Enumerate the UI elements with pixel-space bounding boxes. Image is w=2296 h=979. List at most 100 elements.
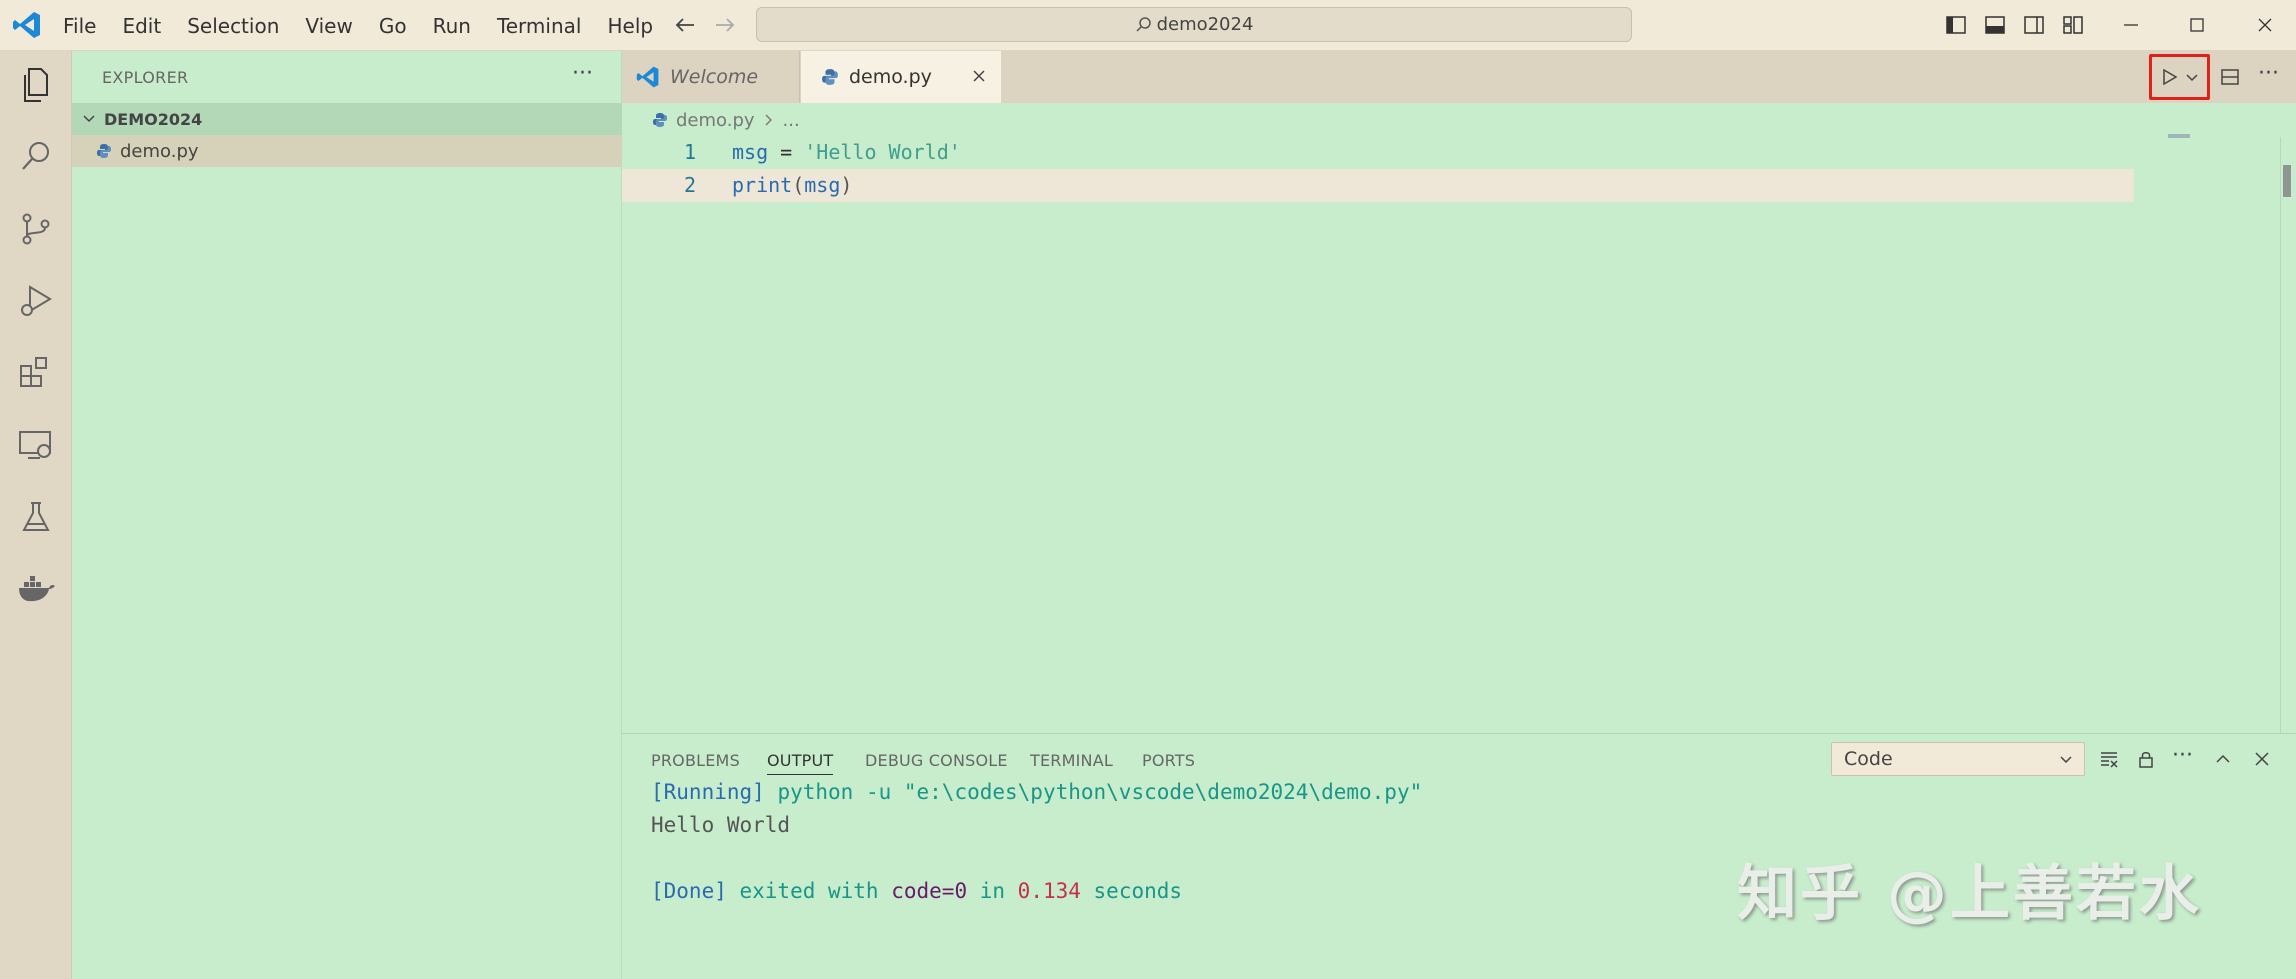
python-file-icon (822, 69, 838, 85)
docker-icon[interactable] (14, 567, 58, 611)
tab-output[interactable]: OUTPUT (767, 751, 834, 775)
breadcrumb: demo.py ... (652, 107, 800, 133)
workspace-folder-name: DEMO2024 (104, 109, 203, 129)
output-line-result: Hello World (651, 813, 791, 837)
file-item-label: demo.py (120, 140, 199, 162)
code-line: 1 msg = 'Hello World' (622, 136, 2158, 169)
token-variable: msg (804, 173, 841, 197)
token-operator: = (768, 140, 805, 164)
tab-demo-label: demo.py (849, 66, 932, 88)
split-editor-icon[interactable] (2218, 65, 2242, 89)
token-variable: msg (732, 140, 769, 164)
menu-bar: File Edit Selection View Go Run Terminal… (63, 0, 679, 51)
tab-terminal[interactable]: TERMINAL (1030, 751, 1113, 770)
token-paren: ) (840, 173, 853, 197)
run-python-file-icon[interactable] (2157, 65, 2181, 89)
file-item-demo-py[interactable]: demo.py (72, 135, 622, 167)
forward-arrow-icon[interactable] (710, 10, 740, 40)
running-tag: [Running] (651, 780, 765, 804)
editor-scrollbar[interactable] (2280, 137, 2296, 733)
panel-more-actions[interactable]: ··· (2172, 743, 2196, 768)
sidebar-more-button[interactable]: ··· (572, 61, 593, 86)
output-line-done: [Done] exited with code=0 in 0.134 secon… (651, 879, 1182, 903)
tab-ports[interactable]: PORTS (1142, 751, 1195, 770)
chevron-right-icon (765, 114, 772, 126)
lock-icon[interactable] (2134, 747, 2158, 771)
chevron-down-icon (2060, 756, 2072, 764)
testing-flask-icon[interactable] (14, 495, 58, 539)
python-file-icon (97, 144, 111, 158)
output-channel-select[interactable]: Code (1831, 742, 2085, 776)
menu-run[interactable]: Run (433, 14, 471, 38)
tab-welcome[interactable]: Welcome (622, 51, 800, 103)
explorer-icon[interactable] (14, 63, 58, 107)
done-text: exited with (726, 879, 892, 903)
search-icon (1136, 16, 1151, 32)
minimize-icon[interactable] (2118, 12, 2144, 38)
explorer-sidebar: EXPLORER ··· DEMO2024 demo.py (72, 51, 622, 979)
menu-go[interactable]: Go (379, 14, 407, 38)
workspace-folder-header[interactable]: DEMO2024 (72, 103, 622, 135)
menu-file[interactable]: File (63, 14, 96, 38)
close-window-icon[interactable] (2252, 12, 2278, 38)
chevron-down-icon[interactable] (2184, 65, 2200, 89)
source-control-icon[interactable] (14, 207, 58, 251)
remote-explorer-icon[interactable] (14, 423, 58, 467)
clear-output-icon[interactable] (2097, 747, 2121, 771)
breadcrumb-symbols[interactable]: ... (783, 110, 800, 131)
line-number: 1 (683, 140, 696, 164)
code-text: msg = 'Hello World' (732, 136, 961, 169)
elapsed-time: 0.134 (1017, 879, 1081, 903)
vscode-icon (636, 66, 659, 88)
line-number: 2 (683, 173, 696, 197)
done-text: in (967, 879, 1018, 903)
menu-terminal[interactable]: Terminal (497, 14, 582, 38)
token-function: print (732, 173, 793, 197)
token-string: 'Hello World' (804, 140, 961, 164)
activity-bar (0, 51, 72, 979)
editor-scrollbar-thumb[interactable] (2283, 165, 2291, 197)
menu-view[interactable]: View (305, 14, 352, 38)
back-arrow-icon[interactable] (670, 10, 700, 40)
maximize-panel-icon[interactable] (2211, 747, 2235, 771)
title-bar: File Edit Selection View Go Run Terminal… (0, 0, 2296, 51)
python-file-icon (653, 113, 667, 127)
vscode-logo-icon (13, 12, 40, 38)
close-panel-icon[interactable] (2250, 747, 2274, 771)
code-editor[interactable]: 1 msg = 'Hello World' 2 print(msg) (622, 136, 2158, 202)
done-tag: [Done] (651, 879, 727, 903)
token-paren: ( (792, 173, 805, 197)
menu-edit[interactable]: Edit (122, 14, 161, 38)
toggle-secondary-sidebar-icon[interactable] (2022, 13, 2046, 37)
search-icon[interactable] (14, 135, 58, 179)
output-channel-value: Code (1844, 748, 1893, 770)
tab-demo-py[interactable]: demo.py (801, 51, 1001, 103)
exit-code: code=0 (891, 879, 968, 903)
run-debug-icon[interactable] (14, 279, 58, 323)
tab-debug-console[interactable]: DEBUG CONSOLE (865, 751, 1008, 770)
tab-problems[interactable]: PROBLEMS (651, 751, 740, 770)
toggle-primary-sidebar-icon[interactable] (1944, 13, 1968, 37)
menu-selection[interactable]: Selection (187, 14, 279, 38)
toggle-panel-icon[interactable] (1983, 13, 2007, 37)
close-icon[interactable] (969, 66, 989, 86)
output-line-running: [Running] python -u "e:\codes\python\vsc… (651, 780, 1422, 804)
chevron-down-icon (83, 115, 95, 123)
watermark: 知乎 @上善若水 (1737, 859, 2202, 929)
minimap[interactable] (2168, 134, 2190, 138)
maximize-icon[interactable] (2184, 12, 2210, 38)
done-text: seconds (1080, 879, 1183, 903)
command-center-label: demo2024 (1156, 14, 1254, 35)
editor-tab-bar: Welcome demo.py ··· (622, 51, 2296, 103)
customize-layout-icon[interactable] (2061, 13, 2085, 37)
editor-more-actions[interactable]: ··· (2258, 61, 2282, 86)
breadcrumb-file[interactable]: demo.py (676, 110, 755, 131)
tab-welcome-label: Welcome (670, 66, 759, 88)
extensions-icon[interactable] (14, 351, 58, 395)
code-text: print(msg) (732, 169, 852, 202)
code-line-current: 2 print(msg) (622, 169, 2134, 202)
running-command: python -u "e:\codes\python\vscode\demo20… (764, 780, 1423, 804)
sidebar-title: EXPLORER (102, 68, 189, 87)
menu-help[interactable]: Help (607, 14, 653, 38)
command-center-search[interactable]: demo2024 (756, 7, 1632, 42)
